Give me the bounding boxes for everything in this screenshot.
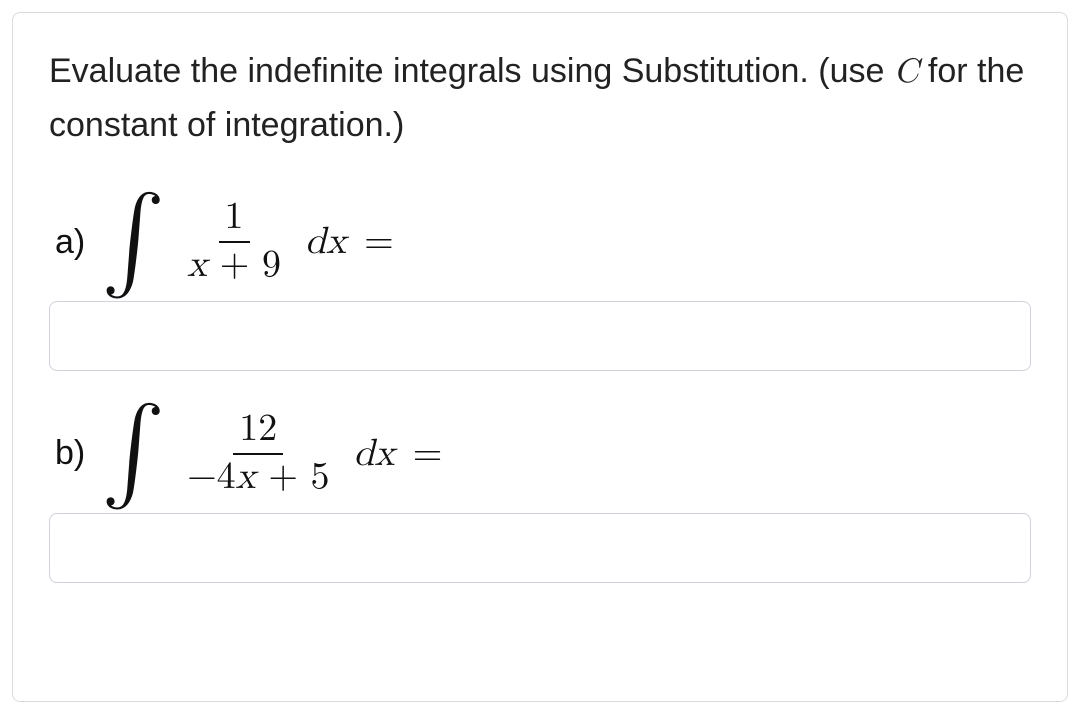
fraction-b: 12 −4x + 5 <box>181 407 335 501</box>
constant-symbol: C <box>894 55 919 89</box>
integral-sign-icon: ∫ <box>101 418 165 485</box>
numerator-b: 12 <box>233 407 283 455</box>
denominator-b: −4x + 5 <box>181 455 335 501</box>
problem-a-expression: a) ∫ 1 x + 9 dx = <box>49 195 1031 289</box>
differential-a: dx <box>305 219 346 265</box>
question-card: Evaluate the indefinite integrals using … <box>12 12 1068 702</box>
answer-input-b[interactable] <box>49 513 1031 583</box>
prompt-text-1: Evaluate the indefinite integrals using … <box>49 52 894 90</box>
problem-b-expression: b) ∫ 12 −4x + 5 dx = <box>49 407 1031 501</box>
differential-b: dx <box>354 431 395 477</box>
integral-sign-icon: ∫ <box>101 207 165 274</box>
problem-b-label: b) <box>55 434 85 473</box>
answer-input-a[interactable] <box>49 301 1031 371</box>
numerator-a: 1 <box>219 195 250 243</box>
problem-b: b) ∫ 12 −4x + 5 dx = <box>49 407 1031 583</box>
equals-b: = <box>413 431 443 477</box>
question-prompt: Evaluate the indefinite integrals using … <box>49 45 1031 151</box>
equals-a: = <box>364 219 394 265</box>
fraction-a: 1 x + 9 <box>181 195 287 289</box>
denominator-a: x + 9 <box>181 243 287 289</box>
problem-a-label: a) <box>55 223 85 262</box>
problem-a: a) ∫ 1 x + 9 dx = <box>49 195 1031 371</box>
